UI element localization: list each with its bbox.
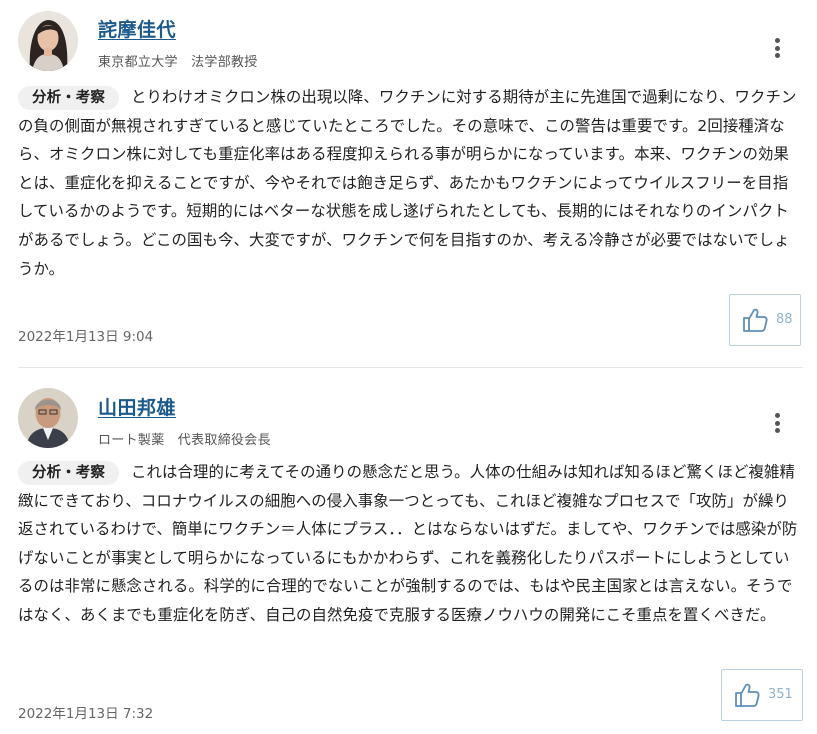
like-count: 351 (768, 687, 793, 702)
author-name-link[interactable]: 山田邦雄 (98, 393, 176, 420)
like-button[interactable]: 351 (721, 669, 803, 721)
comment-text: これは合理的に考えてその通りの懸念だと思う。人体の仕組みは知れば知るほど驚くほど… (18, 463, 798, 624)
comment-body: 分析・考察 とりわけオミクロン株の出現以降、ワクチンに対する期待が主に先進国で過剰… (18, 83, 800, 283)
comment-text: とりわけオミクロン株の出現以降、ワクチンに対する期待が主に先進国で過剰になり、ワ… (18, 88, 797, 278)
author-affiliation: 東京都立大学 法学部教授 (98, 55, 258, 70)
thumbs-up-icon (735, 683, 760, 707)
comment-card: 山田邦雄 ロート製薬 代表取締役会長 分析・考察 これは合理的に考えてその通りの懸… (0, 377, 817, 734)
more-vertical-icon[interactable] (768, 411, 788, 435)
comment-date: 2022年1月13日 7:32 (18, 706, 154, 722)
category-tag: 分析・考察 (18, 86, 119, 110)
like-count: 88 (776, 312, 793, 327)
category-tag: 分析・考察 (18, 461, 119, 485)
author-name-link[interactable]: 詫摩佳代 (98, 15, 176, 42)
more-vertical-icon[interactable] (768, 36, 788, 60)
thumbs-up-icon (743, 308, 768, 332)
comment-date: 2022年1月13日 9:04 (18, 329, 154, 345)
divider (18, 367, 803, 368)
avatar[interactable] (18, 11, 78, 71)
author-affiliation: ロート製薬 代表取締役会長 (98, 433, 271, 448)
comment-body: 分析・考察 これは合理的に考えてその通りの懸念だと思う。人体の仕組みは知れば知るほ… (18, 458, 800, 630)
avatar[interactable] (18, 388, 78, 448)
like-button[interactable]: 88 (729, 294, 801, 346)
comment-card: 詫摩佳代 東京都立大学 法学部教授 分析・考察 とりわけオミクロン株の出現以降、ワ… (0, 0, 817, 366)
